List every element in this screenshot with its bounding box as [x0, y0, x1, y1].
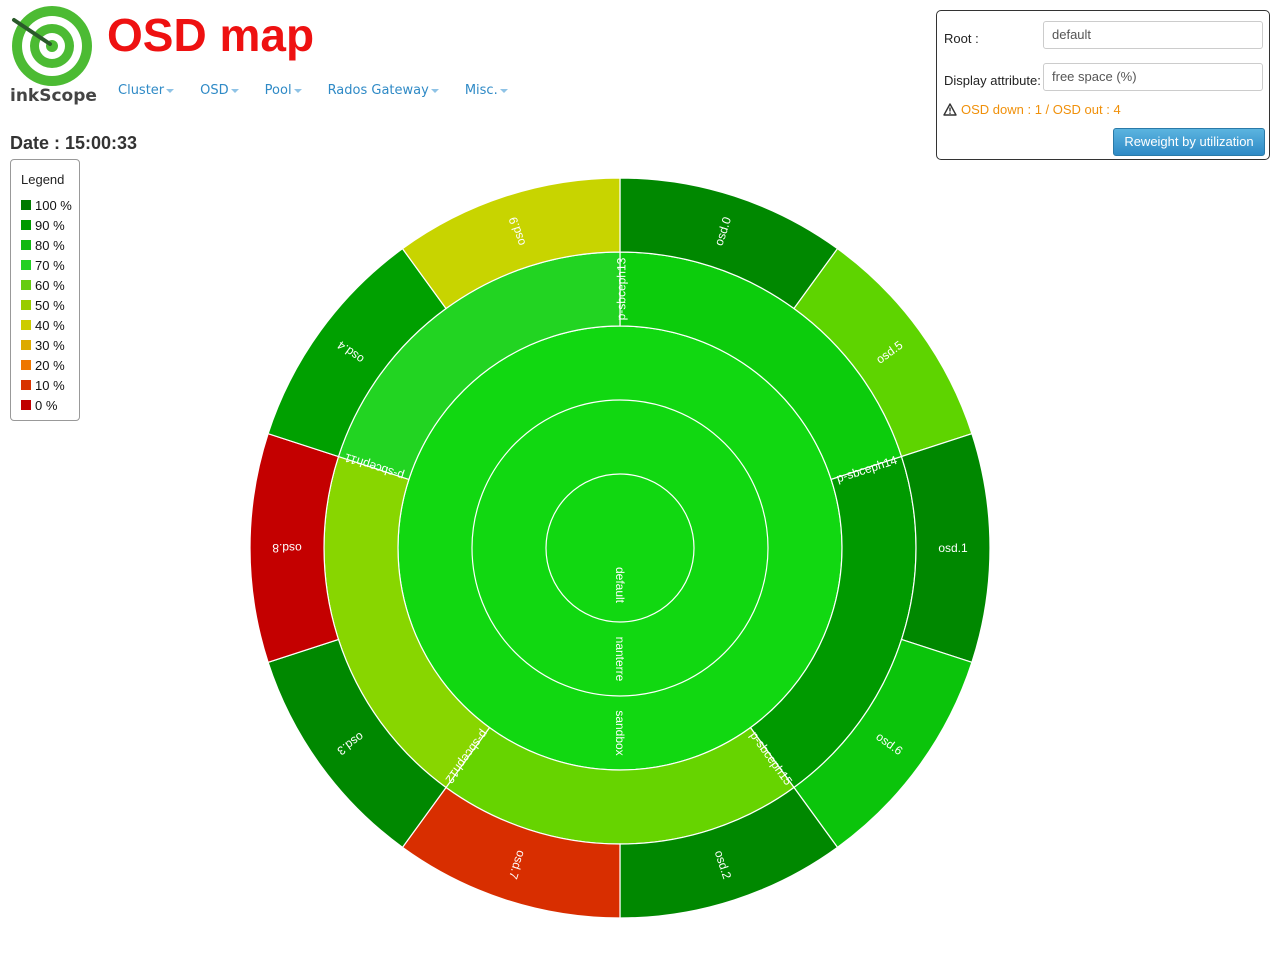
ring-label-nanterre: nanterre: [613, 637, 627, 682]
osd-label: osd.1: [938, 541, 968, 555]
osd-sunburst-chart: defaultnanterresandboxp-sbceph13p-sbceph…: [249, 177, 991, 919]
ring-label-sandbox: sandbox: [613, 710, 627, 755]
ring-label-default: default: [613, 567, 627, 604]
host-label: p-sbceph13: [614, 257, 628, 320]
osd-label: osd.8: [272, 541, 302, 555]
